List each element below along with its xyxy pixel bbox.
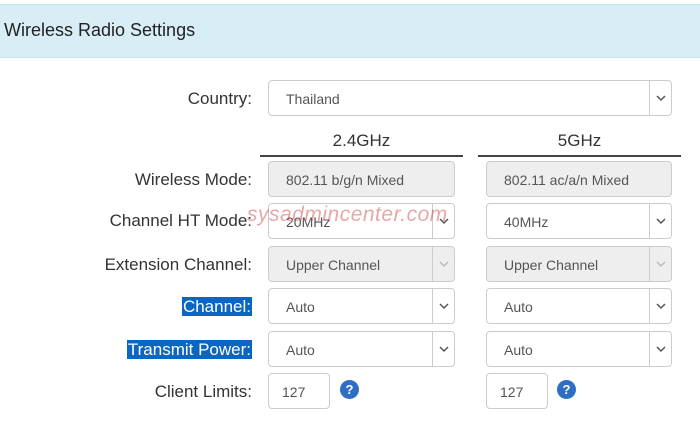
page-title: Wireless Radio Settings [4, 20, 196, 40]
channel-ht-mode-2-4ghz-select[interactable]: 20MHz [268, 203, 455, 239]
extension-channel-5ghz-select: Upper Channel [486, 246, 672, 282]
chevron-down-icon [649, 81, 671, 115]
channel-label-text: Channel: [181, 297, 252, 316]
channel-2-4ghz-value: Auto [286, 299, 315, 315]
extension-channel-2-4ghz-value: Upper Channel [286, 257, 381, 273]
wireless-mode-2-4ghz-field: 802.11 b/g/n Mixed [268, 161, 455, 197]
extension-channel-5ghz-value: Upper Channel [504, 257, 599, 273]
column-heading-5ghz: 5GHz [557, 131, 602, 150]
chevron-down-icon [649, 289, 671, 323]
chevron-down-icon [649, 247, 671, 281]
channel-5ghz-select[interactable]: Auto [486, 288, 672, 324]
channel-2-4ghz-select[interactable]: Auto [268, 288, 455, 324]
transmit-power-label: Transmit Power: [126, 340, 252, 360]
extension-channel-2-4ghz-select: Upper Channel [268, 246, 455, 282]
column-divider [478, 155, 681, 157]
client-limits-5ghz-value: 127 [500, 384, 524, 400]
country-value: Thailand [286, 91, 340, 107]
channel-ht-mode-5ghz-select[interactable]: 40MHz [486, 203, 672, 239]
help-icon[interactable]: ? [557, 380, 576, 399]
client-limits-label: Client Limits: [154, 382, 252, 401]
client-limits-2-4ghz-input[interactable]: 127 [268, 373, 330, 409]
channel-ht-mode-label: Channel HT Mode: [109, 211, 252, 230]
channel-label: Channel: [181, 297, 252, 317]
channel-ht-mode-2-4ghz-value: 20MHz [286, 214, 331, 230]
column-heading-2-4ghz: 2.4GHz [332, 131, 391, 150]
column-divider [260, 155, 463, 157]
channel-ht-mode-5ghz-value: 40MHz [504, 214, 549, 230]
chevron-down-icon [432, 289, 454, 323]
chevron-down-icon [432, 247, 454, 281]
chevron-down-icon [432, 332, 454, 366]
transmit-power-label-text: Transmit Power: [126, 340, 252, 359]
transmit-power-5ghz-select[interactable]: Auto [486, 331, 672, 367]
wireless-mode-label: Wireless Mode: [134, 170, 252, 189]
wireless-mode-2-4ghz-value: 802.11 b/g/n Mixed [286, 172, 405, 188]
chevron-down-icon [649, 204, 671, 238]
transmit-power-5ghz-value: Auto [504, 342, 533, 358]
client-limits-5ghz-input[interactable]: 127 [486, 373, 548, 409]
chevron-down-icon [649, 332, 671, 366]
help-icon[interactable]: ? [340, 380, 359, 399]
wireless-mode-5ghz-field: 802.11 ac/a/n Mixed [486, 161, 672, 197]
chevron-down-icon [432, 204, 454, 238]
wireless-mode-5ghz-value: 802.11 ac/a/n Mixed [504, 172, 630, 188]
country-select[interactable]: Thailand [268, 80, 672, 116]
panel-header: Wireless Radio Settings [0, 4, 700, 58]
client-limits-2-4ghz-value: 127 [282, 384, 306, 400]
country-label: Country: [187, 89, 252, 108]
extension-channel-label: Extension Channel: [104, 255, 252, 274]
transmit-power-2-4ghz-select[interactable]: Auto [268, 331, 455, 367]
transmit-power-2-4ghz-value: Auto [286, 342, 315, 358]
channel-5ghz-value: Auto [504, 299, 533, 315]
